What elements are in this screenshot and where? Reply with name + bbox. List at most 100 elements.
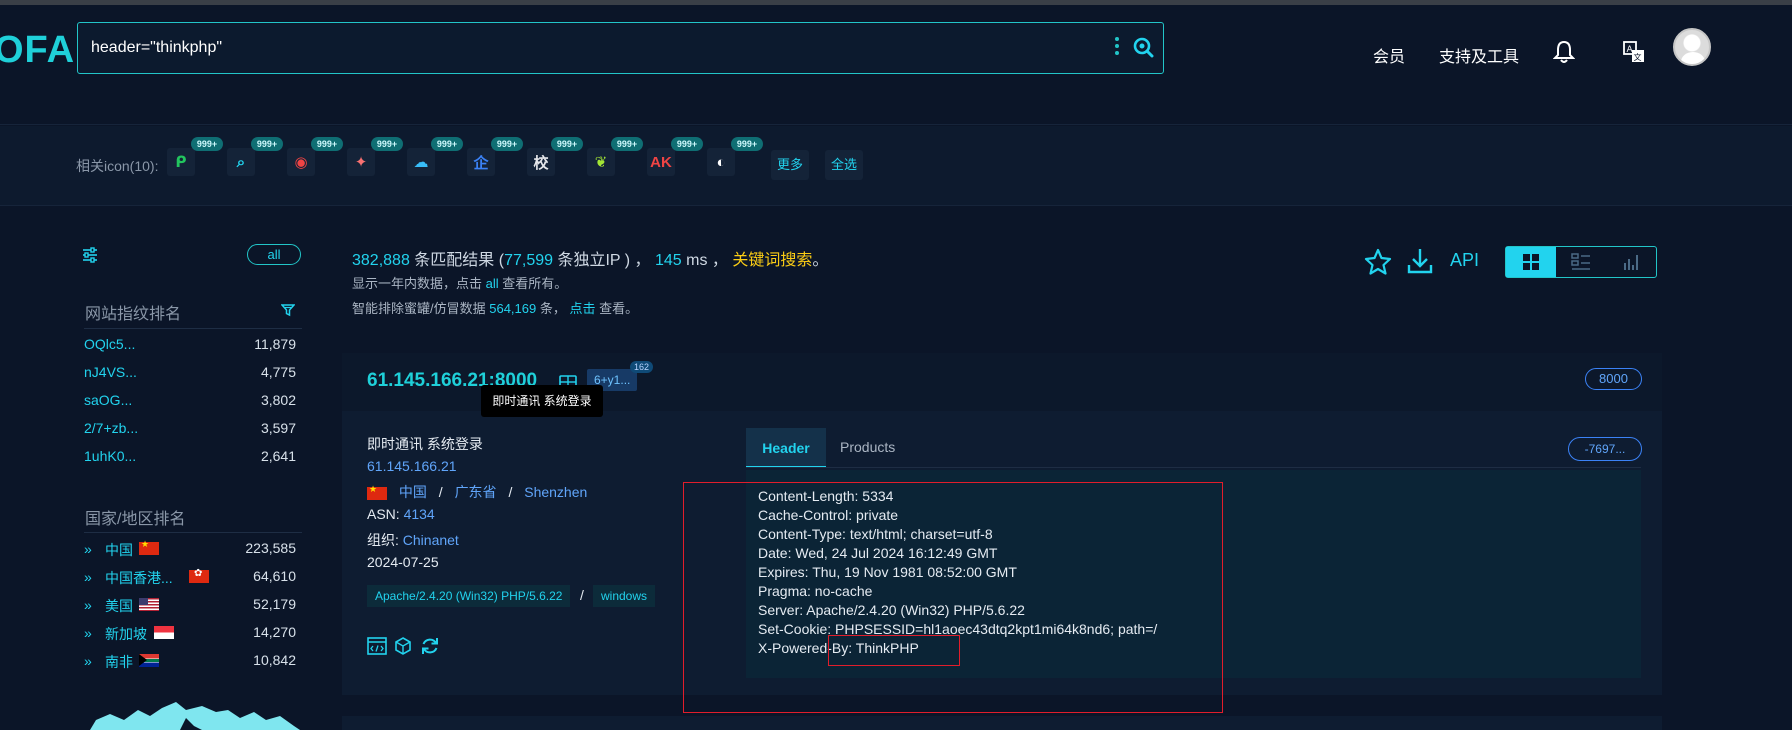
port-badge[interactable]: 8000 (1585, 368, 1642, 390)
country-rank-row[interactable]: » 中国香港... 64,610 (84, 568, 296, 586)
country-name[interactable]: 中国香港... (105, 568, 173, 588)
expand-chevron-icon[interactable]: » (84, 569, 92, 585)
expand-chevron-icon[interactable]: » (84, 653, 92, 669)
header-hash-badge[interactable]: -7697... (1568, 437, 1642, 461)
fofa-logo[interactable]: OFA (0, 29, 75, 72)
translate-icon[interactable]: A 文 (1622, 40, 1646, 64)
fingerprint-name[interactable]: saOG... (84, 392, 132, 408)
expand-chevron-icon[interactable]: » (84, 597, 92, 613)
icon-leaf-button[interactable]: ❦ 999+ (587, 137, 643, 176)
nav-member[interactable]: 会员 (1373, 43, 1405, 67)
os-tag[interactable]: windows (593, 585, 656, 607)
asn-link[interactable]: 4134 (404, 506, 435, 522)
tabs-divider (746, 467, 1641, 468)
icon-xiao: 校 (533, 154, 549, 172)
country-rank-row[interactable]: » 南非 10,842 (84, 652, 296, 670)
separator: / (508, 484, 513, 500)
filter-settings-icon[interactable] (82, 247, 98, 263)
fingerprint-name[interactable]: 1uhK0... (84, 448, 136, 464)
nav-tools[interactable]: 支持及工具 (1439, 43, 1519, 67)
download-icon[interactable] (1406, 247, 1434, 275)
search-icon[interactable] (1132, 36, 1154, 58)
results-summary: 382,888 条匹配结果 (77,599 条独立IP ) ， 145 ms ，… (352, 246, 828, 270)
city-link[interactable]: Shenzhen (524, 484, 587, 500)
fingerprint-name[interactable]: OQlc5... (84, 336, 135, 352)
fingerprint-name[interactable]: 2/7+zb... (84, 420, 138, 436)
fingerprint-rank-row[interactable]: OQlc5... 11,879 (84, 336, 296, 354)
stats-view-button[interactable] (1606, 247, 1656, 277)
expand-chevron-icon[interactable]: » (84, 625, 92, 641)
api-link[interactable]: API (1450, 250, 1479, 271)
country-rank-row[interactable]: » 中国 223,585 (84, 539, 296, 560)
country-rank-row[interactable]: » 美国 52,179 (84, 596, 296, 614)
all-filter-button[interactable]: all (247, 244, 301, 265)
country-name[interactable]: 南非 (105, 652, 133, 672)
show-all-link[interactable]: all (486, 276, 499, 291)
icon-red-swirl-button[interactable]: ◉ 999+ (287, 137, 343, 176)
search-input[interactable] (91, 23, 1081, 73)
separator: / (438, 484, 443, 500)
sg-flag-icon (154, 626, 174, 639)
icon-qi-button[interactable]: 企 999+ (467, 137, 523, 176)
icon-red-bird-button[interactable]: ✦ 999+ (347, 137, 403, 176)
grid-view-button[interactable] (1506, 247, 1556, 277)
country-link[interactable]: 中国 (399, 484, 427, 500)
bell-icon[interactable] (1553, 40, 1575, 64)
fingerprint-rank-row[interactable]: 1uhK0... 2,641 (84, 448, 296, 466)
more-options-icon[interactable] (1114, 37, 1120, 59)
result-count-suffix: 条匹配结果 ( (409, 252, 505, 269)
more-icons-button[interactable]: 更多 (771, 150, 810, 180)
expand-chevron-icon[interactable]: » (84, 541, 92, 557)
cube-icon[interactable] (394, 637, 412, 655)
site-title: 即时通讯 系统登录 (367, 436, 483, 452)
icon-qi: 企 (473, 154, 489, 172)
world-map-thumbnail (90, 702, 300, 730)
icon-xiao-button[interactable]: 校 999+ (527, 137, 583, 176)
fingerprint-rank-row[interactable]: saOG... 3,802 (84, 392, 296, 410)
fingerprint-rank-row[interactable]: nJ4VS... 4,775 (84, 364, 296, 382)
summary-end: 。 (812, 252, 829, 269)
keyword-search-link[interactable]: 关键词搜索 (732, 252, 812, 269)
query-time-suffix: ms ， (681, 252, 733, 269)
user-avatar[interactable] (1673, 28, 1711, 66)
list-view-button[interactable] (1556, 247, 1606, 277)
refresh-icon[interactable] (420, 636, 440, 656)
query-time: 145 (654, 252, 682, 269)
icon-p-button[interactable]: ᑭ 999+ (167, 137, 223, 176)
search-box[interactable] (77, 22, 1164, 74)
icon-circle-logo-button[interactable]: ◐ 999+ (707, 137, 763, 176)
country-count: 14,270 (253, 624, 296, 640)
grid-icon (1523, 254, 1539, 270)
notice-text: 显示一年内数据，点击 (352, 276, 486, 291)
icon-search-teal-button[interactable]: ⌕ 999+ (227, 137, 283, 176)
country-name[interactable]: 美国 (105, 596, 133, 616)
icon-ak-button[interactable]: AK 999+ (647, 137, 703, 176)
select-all-button[interactable]: 全选 (825, 150, 864, 180)
funnel-icon[interactable] (281, 303, 295, 317)
cert-badge-count: 162 (630, 361, 654, 373)
fingerprint-rank-title: 网站指纹排名 (85, 306, 182, 323)
honeypot-view-link[interactable]: 点击 (569, 301, 595, 316)
country-name[interactable]: 新加坡 (105, 624, 147, 644)
province-link[interactable]: 广东省 (455, 484, 497, 500)
ip-link[interactable]: 61.145.166.21 (367, 458, 457, 474)
list-icon (1571, 253, 1590, 270)
fingerprint-rank-row[interactable]: 2/7+zb... 3,597 (84, 420, 296, 438)
country-rank-row[interactable]: » 新加坡 14,270 (84, 624, 296, 642)
unique-ip-count: 77,599 (504, 252, 554, 269)
country-name[interactable]: 中国 (105, 540, 133, 560)
icon-cloud-button[interactable]: ☁ 999+ (407, 137, 463, 176)
date: 2024-07-25 (367, 554, 439, 570)
view-mode-switch (1505, 246, 1657, 278)
icon-count-badge: 999+ (311, 137, 343, 151)
org-link[interactable]: Chinanet (403, 532, 459, 548)
unique-ip-suffix: 条独立IP ) ， (553, 252, 655, 269)
code-icon[interactable] (367, 637, 387, 655)
fingerprint-name[interactable]: nJ4VS... (84, 364, 137, 380)
tab-products[interactable]: Products (840, 439, 895, 455)
result-count: 382,888 (352, 252, 410, 269)
icon-circle-logo: ◐ (716, 153, 726, 171)
server-tag[interactable]: Apache/2.4.20 (Win32) PHP/5.6.22 (367, 585, 571, 607)
star-icon[interactable] (1364, 248, 1392, 276)
tab-header[interactable]: Header (746, 428, 826, 468)
